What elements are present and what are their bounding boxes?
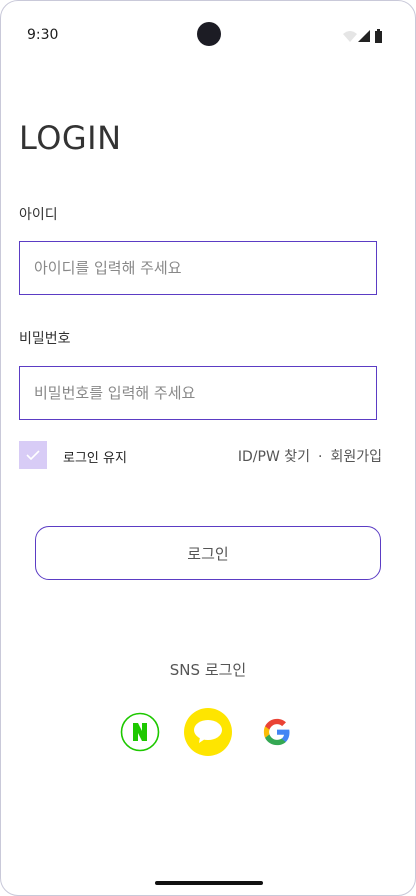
signup-link[interactable]: 회원가입 xyxy=(330,446,382,466)
password-label: 비밀번호 xyxy=(19,331,71,347)
naver-icon xyxy=(120,712,160,752)
home-indicator[interactable] xyxy=(155,881,263,885)
id-label: 아이디 xyxy=(19,207,58,223)
kakao-icon xyxy=(184,708,232,756)
google-login-button[interactable] xyxy=(253,708,301,756)
status-bar: 9:30 xyxy=(1,1,415,69)
login-button[interactable]: 로그인 xyxy=(35,526,381,580)
remember-label: 로그인 유지 xyxy=(63,451,127,466)
find-id-pw-link[interactable]: ID/PW 찾기 xyxy=(238,446,310,466)
id-input[interactable] xyxy=(19,241,377,295)
check-icon xyxy=(26,450,40,461)
phone-frame: 9:30 LOGIN 아이디 비밀번호 로그인 유지 ID/PW 찾기 · 회원가입… xyxy=(0,0,416,896)
password-input[interactable] xyxy=(19,366,377,420)
naver-login-button[interactable] xyxy=(116,708,164,756)
status-time: 9:30 xyxy=(27,27,59,43)
wifi-icon xyxy=(343,31,357,42)
remember-checkbox[interactable] xyxy=(19,441,47,469)
camera-cutout xyxy=(197,22,221,46)
sns-login-label: SNS 로그인 xyxy=(169,661,247,679)
google-icon xyxy=(263,718,290,746)
link-separator: · xyxy=(318,449,323,465)
sns-buttons xyxy=(1,708,415,756)
status-icons xyxy=(343,29,382,43)
battery-icon xyxy=(375,31,382,43)
kakao-login-button[interactable] xyxy=(184,708,232,756)
account-links: ID/PW 찾기 · 회원가입 xyxy=(238,446,382,466)
signal-icon xyxy=(358,30,370,42)
page-title: LOGIN xyxy=(19,119,122,157)
